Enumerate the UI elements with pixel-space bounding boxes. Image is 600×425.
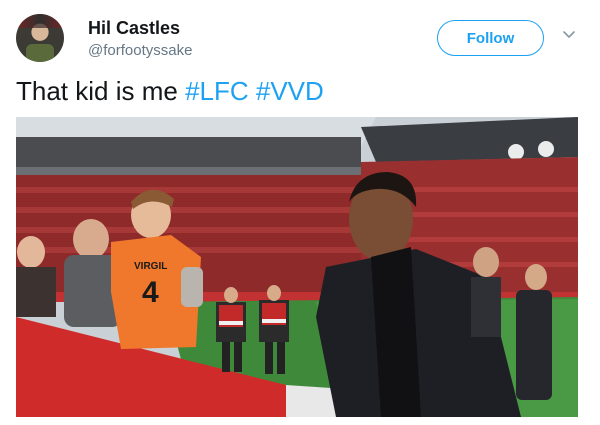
tweet-photo[interactable]: 4 VIRGIL [16,117,578,417]
display-name[interactable]: Hil Castles [88,18,180,39]
shirt-number: 4 [142,276,159,309]
tweet-text: That kid is me #LFC #VVD [16,76,324,107]
tweet-header: Hil Castles @forfootyssake Follow [16,14,584,64]
shirt-name: VIRGIL [134,261,167,272]
follow-button[interactable]: Follow [437,20,544,56]
avatar-scarf [26,44,54,62]
hashtag-vvd[interactable]: #VVD [256,76,324,106]
avatar[interactable] [16,14,64,62]
hashtag-lfc[interactable]: #LFC [185,76,249,106]
stadium-photo: 4 VIRGIL [16,117,578,417]
user-handle[interactable]: @forfootyssake [88,42,192,59]
tweet-body: That kid is me [16,76,178,106]
chevron-down-icon[interactable] [562,28,576,42]
avatar-background [16,14,64,28]
